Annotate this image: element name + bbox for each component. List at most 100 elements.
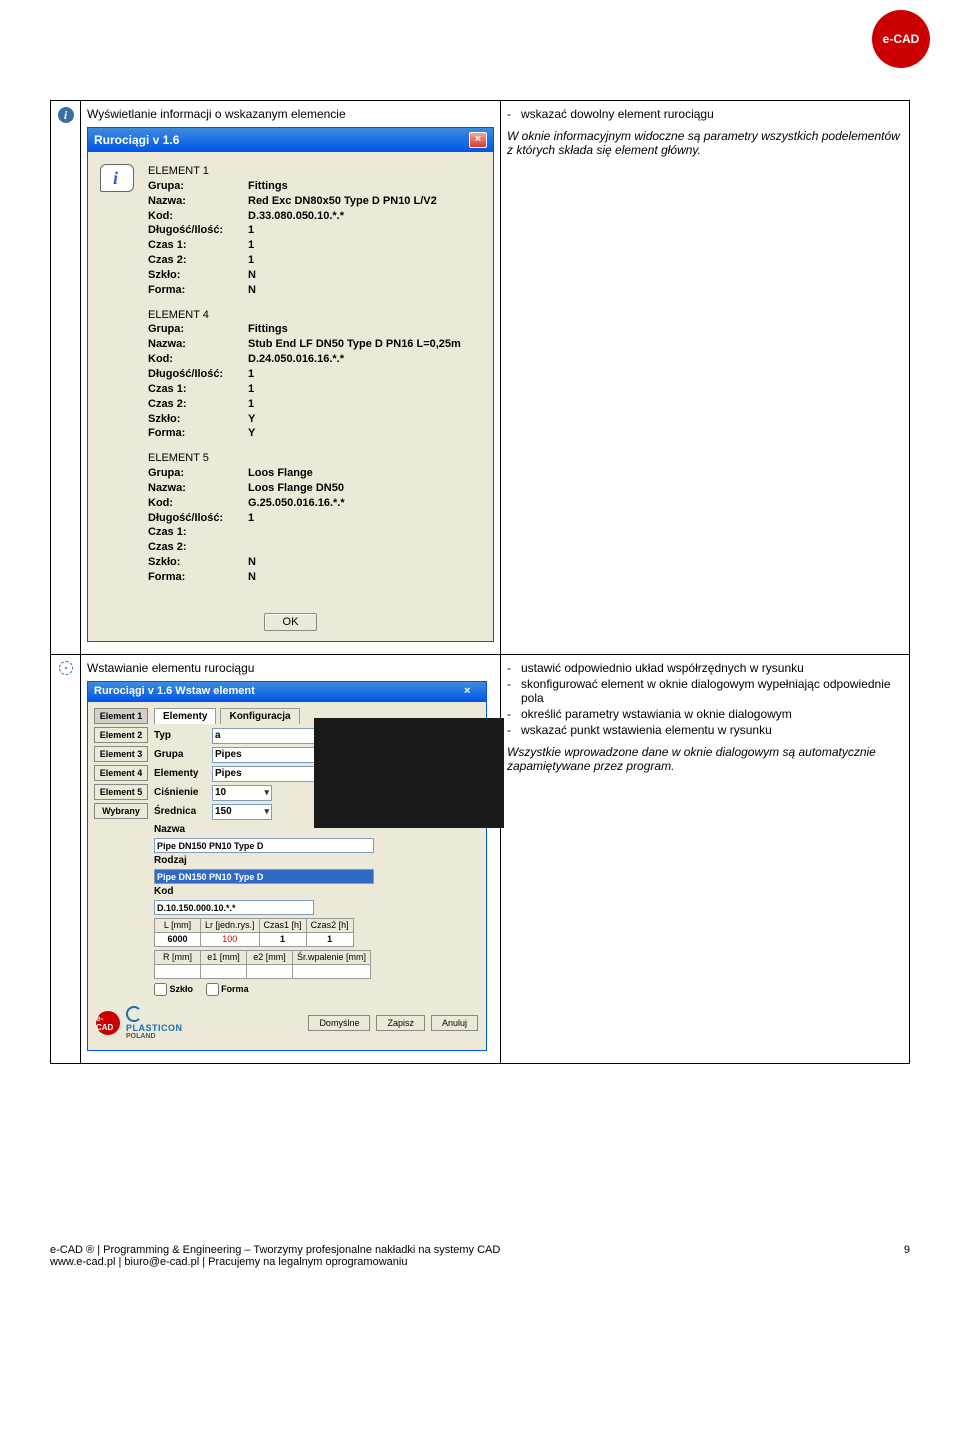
tab-elementy[interactable]: Elementy (154, 708, 216, 724)
l-input[interactable]: 6000 (155, 932, 201, 946)
lr-input[interactable]: 100 (201, 932, 260, 946)
forma-checkbox[interactable]: Forma (206, 984, 249, 994)
row2-label: Wstawianie elementu rurociągu (87, 661, 494, 675)
side-button[interactable]: Element 3 (94, 746, 148, 762)
row1-italic: W oknie informacyjnym widoczne są parame… (507, 129, 903, 157)
page-footer: e-CAD ® | Programming & Engineering – Tw… (50, 1244, 910, 1268)
kv-value: 1 (248, 382, 254, 397)
kv-value: Fittings (248, 322, 288, 337)
ok-button[interactable]: OK (264, 613, 318, 631)
rodzaj-field[interactable]: Pipe DN150 PN10 Type D (154, 869, 374, 884)
preview-area (314, 718, 504, 828)
insert-element-dialog: Rurociągi v 1.6 Wstaw element × Element … (87, 681, 487, 1051)
srednica-select[interactable]: 150 (212, 804, 272, 820)
row1-label-cell: Wyświetlanie informacji o wskazanym elem… (81, 101, 501, 655)
param-grid-1: L [mm] Lr [jedn.rys.] Czas1 [h] Czas2 [h… (154, 918, 354, 947)
kv-label: Kod: (148, 496, 248, 511)
kv-label: Czas 1: (148, 238, 248, 253)
szklo-checkbox[interactable]: Szkło (154, 984, 193, 994)
kv-label: Forma: (148, 426, 248, 441)
row1-icon-cell: i (51, 101, 81, 655)
zapisz-button[interactable]: Zapisz (376, 1015, 425, 1031)
anuluj-button[interactable]: Anuluj (431, 1015, 478, 1031)
dialog1-titlebar: Rurociągi v 1.6 × (88, 128, 493, 152)
cisnienie-select[interactable]: 10 (212, 785, 272, 801)
ecad-logo: e-CAD (872, 10, 930, 68)
row2-label-cell: Wstawianie elementu rurociągu Rurociągi … (81, 654, 501, 1063)
info-dialog: Rurociągi v 1.6 × ELEMENT 1Grupa:Fitting… (87, 127, 494, 642)
kv-label: Grupa: (148, 322, 248, 337)
param-grid-2: R [mm] e1 [mm] e2 [mm] Śr.wpalenie [mm] (154, 950, 371, 979)
kv-value: Y (248, 412, 255, 427)
close-icon[interactable]: × (464, 685, 480, 699)
tab-konfiguracja[interactable]: Konfiguracja (220, 708, 299, 724)
row2-icon-cell (51, 654, 81, 1063)
row2-italic: Wszystkie wprowadzone dane w oknie dialo… (507, 745, 903, 773)
kv-label: Długość/Ilość: (148, 511, 248, 526)
side-button[interactable]: Wybrany (94, 803, 148, 819)
row1-label: Wyświetlanie informacji o wskazanym elem… (87, 107, 494, 121)
kv-value: Red Exc DN80x50 Type D PN10 L/V2 (248, 194, 437, 209)
kv-value: Y (248, 426, 255, 441)
kv-value: 1 (248, 397, 254, 412)
domyslne-button[interactable]: Domyślne (308, 1015, 370, 1031)
row1-desc: wskazać dowolny element rurociągu W okni… (501, 101, 910, 655)
kv-value: N (248, 268, 256, 283)
close-icon[interactable]: × (469, 132, 487, 148)
side-button[interactable]: Element 2 (94, 727, 148, 743)
kv-value: Stub End LF DN50 Type D PN16 L=0,25m (248, 337, 461, 352)
kv-label: Czas 2: (148, 540, 248, 555)
side-button[interactable]: Element 4 (94, 765, 148, 781)
kv-value: Loos Flange (248, 466, 313, 481)
element-list: ELEMENT 1Grupa:FittingsNazwa:Red Exc DN8… (148, 164, 461, 595)
czas1-input[interactable]: 1 (259, 932, 306, 946)
side-button[interactable]: Element 5 (94, 784, 148, 800)
list-item: wskazać dowolny element rurociągu (507, 107, 903, 121)
kv-label: Grupa: (148, 466, 248, 481)
element-title: ELEMENT 1 (148, 164, 461, 179)
cisnienie-label: Ciśnienie (154, 787, 212, 798)
kv-label: Szkło: (148, 555, 248, 570)
balloon-info-icon (100, 164, 136, 200)
element-title: ELEMENT 4 (148, 308, 461, 323)
kv-value: N (248, 555, 256, 570)
kv-label: Kod: (148, 209, 248, 224)
element-title: ELEMENT 5 (148, 451, 461, 466)
ecad-mini-logo: e-CAD (96, 1011, 120, 1035)
kv-label: Szkło: (148, 268, 248, 283)
e1-input[interactable] (201, 964, 247, 978)
list-item: skonfigurować element w oknie dialogowym… (507, 677, 903, 705)
side-button[interactable]: Element 1 (94, 708, 148, 724)
srw-input[interactable] (293, 964, 371, 978)
kv-value: N (248, 570, 256, 585)
kod-field[interactable]: D.10.150.000.10.*.* (154, 900, 314, 915)
dialog2-title: Rurociągi v 1.6 Wstaw element (94, 685, 255, 699)
kv-value: 1 (248, 253, 254, 268)
kv-value: D.24.050.016.16.*.* (248, 352, 344, 367)
list-item: określić parametry wstawiania w oknie di… (507, 707, 903, 721)
footer-logos: e-CAD PLASTICON POLAND (96, 1006, 183, 1040)
row2-desc: ustawić odpowiednio układ współrzędnych … (501, 654, 910, 1063)
elementy-label: Elementy (154, 768, 212, 779)
kv-value: D.33.080.050.10.*.* (248, 209, 344, 224)
kv-value: 1 (248, 511, 254, 526)
nazwa-label: Nazwa (154, 824, 194, 835)
nazwa-field[interactable]: Pipe DN150 PN10 Type D (154, 838, 374, 853)
czas2-input[interactable]: 1 (306, 932, 353, 946)
kv-label: Nazwa: (148, 481, 248, 496)
feature-table: i Wyświetlanie informacji o wskazanym el… (50, 100, 910, 1064)
kod-label: Kod (154, 886, 194, 897)
element-side-buttons: Element 1 Element 2 Element 3 Element 4 Elem… (94, 708, 148, 996)
r-input[interactable] (155, 964, 201, 978)
e2-input[interactable] (247, 964, 293, 978)
kv-label: Czas 2: (148, 253, 248, 268)
kv-value: G.25.050.016.16.*.* (248, 496, 345, 511)
list-item: ustawić odpowiednio układ współrzędnych … (507, 661, 903, 675)
footer-line1: e-CAD ® | Programming & Engineering – Tw… (50, 1244, 500, 1256)
rodzaj-label: Rodzaj (154, 855, 194, 866)
kv-label: Kod: (148, 352, 248, 367)
kv-label: Forma: (148, 570, 248, 585)
kv-label: Czas 2: (148, 397, 248, 412)
kv-label: Szkło: (148, 412, 248, 427)
kv-label: Długość/Ilość: (148, 223, 248, 238)
